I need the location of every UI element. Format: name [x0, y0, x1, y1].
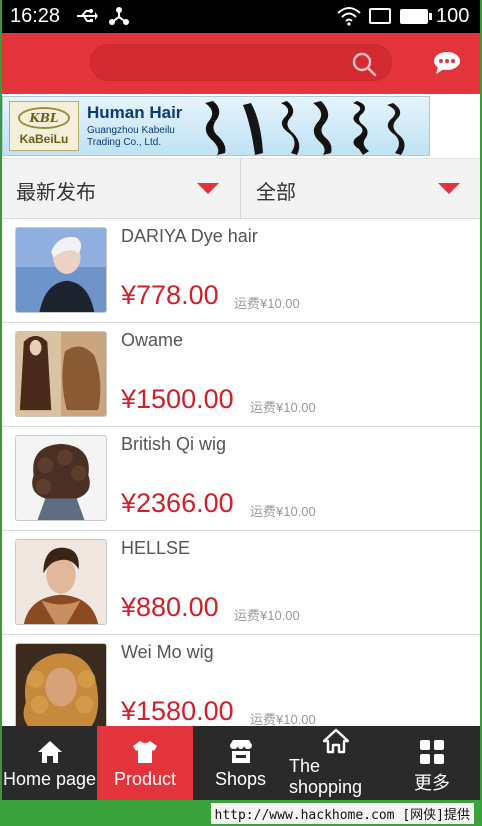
shipping-fee: 运费¥10.00 — [234, 608, 300, 623]
banner-subtitle: Guangzhou Kabeilu Trading Co., Ltd. — [87, 125, 175, 148]
tab-shops[interactable]: Shops — [193, 726, 288, 800]
watermark-text: http://www.hackhome.com [网侠]提供 — [210, 803, 474, 824]
shipping-fee: 运费¥10.00 — [250, 504, 316, 519]
sort-label: 最新发布 — [16, 182, 96, 204]
hair-bundle-image — [205, 101, 226, 155]
home-icon — [323, 728, 349, 754]
product-price: ¥1500.00 — [121, 384, 234, 414]
tab-label: Product — [113, 769, 177, 789]
product-name: Owame — [121, 330, 184, 350]
hair-bundle-image — [353, 101, 369, 155]
tab-label: 更多 — [414, 773, 450, 793]
shipping-fee: 运费¥10.00 — [250, 400, 316, 415]
product-name: Wei Mo wig — [121, 642, 214, 662]
tab-home[interactable]: Home page — [2, 726, 97, 800]
shirt-icon — [133, 741, 157, 763]
hair-bundle-image — [387, 103, 405, 155]
usb-icon — [77, 9, 98, 22]
category-dropdown[interactable]: 全部 — [242, 159, 480, 219]
product-price: ¥778.00 — [121, 280, 219, 310]
hair-bundle-image — [313, 101, 332, 155]
product-name: DARIYA Dye hair — [121, 226, 258, 246]
home-icon — [37, 741, 62, 763]
product-price: ¥1580.00 — [121, 696, 234, 726]
product-price: ¥880.00 — [121, 592, 219, 622]
battery-level: 100 — [436, 5, 470, 27]
status-bar: 16:28 100 — [2, 0, 480, 33]
search-icon[interactable] — [351, 51, 377, 77]
product-thumbnail[interactable] — [15, 331, 107, 417]
chevron-down-icon — [197, 183, 219, 194]
chevron-down-icon — [438, 183, 460, 194]
category-label: 全部 — [256, 182, 296, 204]
store-icon — [229, 740, 252, 763]
product-item[interactable]: DARIYA Dye hair ¥778.00 运费¥10.00 — [2, 219, 480, 323]
hair-bundle-image — [281, 101, 300, 155]
chat-icon[interactable] — [432, 50, 462, 76]
brand-badge: KBL — [18, 107, 70, 129]
search-input[interactable] — [90, 44, 392, 81]
product-price: ¥2366.00 — [121, 488, 234, 518]
shipping-fee: 运费¥10.00 — [234, 296, 300, 311]
product-item[interactable]: British Qi wig ¥2366.00 运费¥10.00 — [2, 427, 480, 531]
promo-banner[interactable]: KBL KaBeiLu Human Hair Guangzhou Kabeilu… — [2, 94, 480, 158]
tab-label: Shops — [214, 769, 267, 789]
app-screen: 16:28 100 KBL KaBeiLu Human Hair Guangzh… — [2, 0, 480, 800]
product-list[interactable]: DARIYA Dye hair ¥778.00 运费¥10.00 Owame ¥… — [2, 219, 480, 726]
product-name: British Qi wig — [121, 434, 227, 454]
product-item[interactable]: Wei Mo wig ¥1580.00 运费¥10.00 — [2, 635, 480, 726]
wifi-icon — [337, 7, 361, 26]
status-time: 16:28 — [10, 5, 61, 27]
watermark-bar: http://www.hackhome.com [网侠]提供 — [0, 800, 482, 826]
product-thumbnail[interactable] — [15, 435, 107, 521]
filter-bar: 最新发布 全部 — [2, 158, 480, 219]
product-thumbnail[interactable] — [15, 539, 107, 625]
tab-product[interactable]: Product — [97, 726, 193, 800]
tab-label: Home page — [2, 769, 97, 789]
app-header — [2, 33, 480, 94]
tab-more[interactable]: 更多 — [384, 726, 480, 800]
hair-bundle-image — [243, 103, 263, 155]
product-thumbnail[interactable] — [15, 643, 107, 726]
battery-icon — [400, 9, 432, 24]
screen-icon — [369, 8, 391, 24]
tab-label: The shopping — [289, 756, 363, 797]
product-item[interactable]: HELLSE ¥880.00 运费¥10.00 — [2, 531, 480, 635]
shipping-fee: 运费¥10.00 — [250, 712, 316, 726]
brand-name: KaBeiLu — [19, 132, 69, 146]
sort-dropdown[interactable]: 最新发布 — [2, 159, 241, 219]
bottom-tab-bar: Home page Product Shops The shopping 更多 — [2, 726, 480, 800]
brand-logo: KBL KaBeiLu — [9, 101, 79, 151]
banner-ad[interactable]: KBL KaBeiLu Human Hair Guangzhou Kabeilu… — [2, 96, 430, 156]
debug-icon — [109, 7, 129, 25]
product-name: HELLSE — [121, 538, 191, 558]
product-item[interactable]: Owame ¥1500.00 运费¥10.00 — [2, 323, 480, 427]
grid-icon — [420, 740, 444, 764]
product-thumbnail[interactable] — [15, 227, 107, 313]
banner-title: Human Hair — [87, 103, 183, 122]
tab-shopping[interactable]: The shopping — [288, 726, 384, 800]
